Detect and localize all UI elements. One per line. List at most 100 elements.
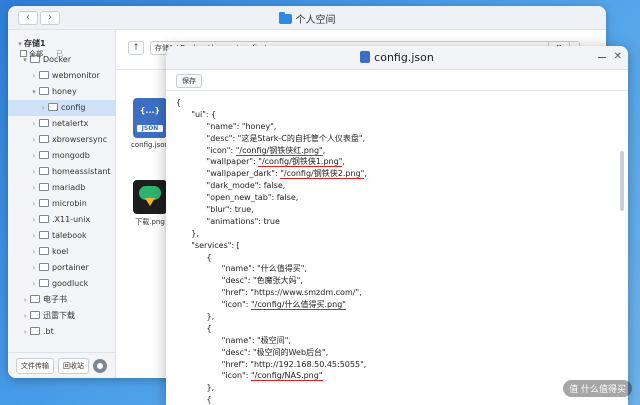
editor-window: config.json ✕ 保存 { "ui": { "name": "hone… [166,46,628,405]
chevron-right-icon[interactable]: › [30,228,38,244]
folder-icon [39,87,49,95]
chevron-right-icon[interactable]: › [30,260,38,276]
folder-icon [39,119,49,127]
sidebar-item-label: .X11-unix [52,215,91,224]
sidebar-item[interactable]: › config [8,100,115,116]
sidebar: ▾ 存储1 ▾ Docker › webmonitor ▾ honey › config › neta… [8,30,116,378]
chevron-down-icon[interactable]: ▾ [30,84,38,100]
sidebar-item[interactable]: › 电子书 [8,292,115,308]
sidebar-item-label: microbin [52,199,87,208]
checkbox-icon [20,50,27,57]
sidebar-item[interactable]: › netalertx [8,116,115,132]
sidebar-item[interactable]: › mongodb [8,148,115,164]
folder-icon [39,199,49,207]
code-line: { [176,323,212,333]
code-line: "name": "极空间", [176,335,291,345]
folder-tree: ▾ 存储1 ▾ Docker › webmonitor ▾ honey › config › neta… [8,30,115,340]
chevron-right-icon[interactable]: › [30,244,38,260]
sidebar-item[interactable]: › talebook [8,228,115,244]
gear-icon[interactable] [93,358,107,373]
json-file-icon [360,51,371,63]
chevron-right-icon[interactable]: › [39,100,47,116]
sidebar-item[interactable]: › xbrowsersync [8,132,115,148]
folder-icon [39,71,49,79]
save-button[interactable]: 保存 [176,74,202,88]
chevron-right-icon[interactable]: › [30,68,38,84]
sidebar-item[interactable]: › homeassistant [8,164,115,180]
sidebar-item[interactable]: › portainer [8,260,115,276]
folder-icon [39,231,49,239]
code-line: }, [176,228,199,238]
code-line: "dark_mode": false, [176,181,286,191]
code-line: "name": "honey", [176,121,277,131]
more-tools[interactable]: 已 [56,49,63,59]
chevron-right-icon[interactable]: › [30,212,38,228]
close-icon[interactable]: ✕ [614,52,622,62]
sidebar-footer: 文件传输 回收站 [8,352,115,378]
scrollbar-thumb[interactable] [620,151,624,211]
sidebar-item[interactable]: › koel [8,244,115,260]
folder-icon [39,135,49,143]
code-line: "desc": "色魔张大妈", [176,276,303,286]
folder-icon [39,183,49,191]
sidebar-item[interactable]: › .bt [8,324,115,340]
folder-icon [30,327,40,335]
sidebar-item-label: 迅雷下载 [43,311,75,320]
code-text[interactable]: { "ui": { "name": "honey", "desc": "这是St… [176,97,367,405]
chevron-right-icon[interactable]: › [21,292,29,308]
sidebar-item[interactable]: › goodluck [8,276,115,292]
code-line: "href": "http://192.168.50.45:5055", [176,359,367,369]
chevron-right-icon[interactable]: › [30,276,38,292]
file-manager-titlebar: ‹ › 个人空间 [8,6,606,30]
up-directory-button[interactable]: ↑ [128,41,144,55]
folder-icon [278,12,292,24]
sidebar-item-label: config [61,103,86,112]
window-title-text: 个人空间 [295,15,336,26]
chevron-right-icon[interactable]: › [21,308,29,324]
sidebar-item-label: webmonitor [52,71,100,80]
highlighted-path: "/config/钢铁侠1.png" [258,157,343,168]
window-controls: ✕ [597,52,622,62]
sidebar-item-label: homeassistant [52,167,111,176]
sidebar-item-label: .bt [43,327,54,336]
sidebar-item[interactable]: ▾ honey [8,84,115,100]
select-all-checkbox[interactable]: 全部 [20,49,43,59]
sidebar-item-label: goodluck [52,279,89,288]
chevron-right-icon[interactable]: › [30,132,38,148]
sidebar-item-label: xbrowsersync [52,135,108,144]
chevron-right-icon[interactable]: › [30,196,38,212]
chevron-right-icon[interactable]: › [30,116,38,132]
json-badge: JSON [137,125,163,132]
sidebar-item[interactable]: › webmonitor [8,68,115,84]
code-line: "href": "https://www.smzdm.com/", [176,288,362,298]
code-line: "blur": true, [176,205,254,215]
sidebar-item-label: mariadb [52,183,86,192]
json-file-icon: {...} JSON [133,98,167,138]
code-line: "wallpaper_dark": "/config/钢铁侠2.png", [176,169,367,180]
chevron-right-icon[interactable]: › [30,148,38,164]
sidebar-item[interactable]: › 迅雷下载 [8,308,115,324]
folder-icon [39,215,49,223]
sidebar-item[interactable]: › .X11-unix [8,212,115,228]
chevron-right-icon[interactable]: › [21,324,29,340]
tree-item-label: 存储1 [24,39,46,48]
sidebar-item[interactable]: › mariadb [8,180,115,196]
folder-icon [39,167,49,175]
sidebar-item-label: koel [52,247,69,256]
file-transfer-button[interactable]: 文件传输 [16,357,54,374]
code-line: "wallpaper": "/config/钢铁侠1.png", [176,157,345,168]
highlighted-path: "/config/钢铁侠红.png" [235,145,323,156]
editor-title: config.json [166,51,628,64]
sidebar-item[interactable]: › microbin [8,196,115,212]
code-editor[interactable]: { "ui": { "name": "honey", "desc": "这是St… [166,90,628,405]
highlighted-path: "/config/钢铁侠2.png" [280,169,365,180]
minimize-icon[interactable] [597,56,606,58]
trash-button[interactable]: 回收站 [58,357,89,374]
sidebar-item-label: netalertx [52,119,89,128]
chevron-right-icon[interactable]: › [30,180,38,196]
chevron-right-icon[interactable]: › [30,164,38,180]
download-arrow-icon [145,198,155,206]
code-line: "icon": "/config/什么值得买.png" [176,300,346,311]
code-line: { [176,252,212,262]
code-line: }, [176,312,215,322]
